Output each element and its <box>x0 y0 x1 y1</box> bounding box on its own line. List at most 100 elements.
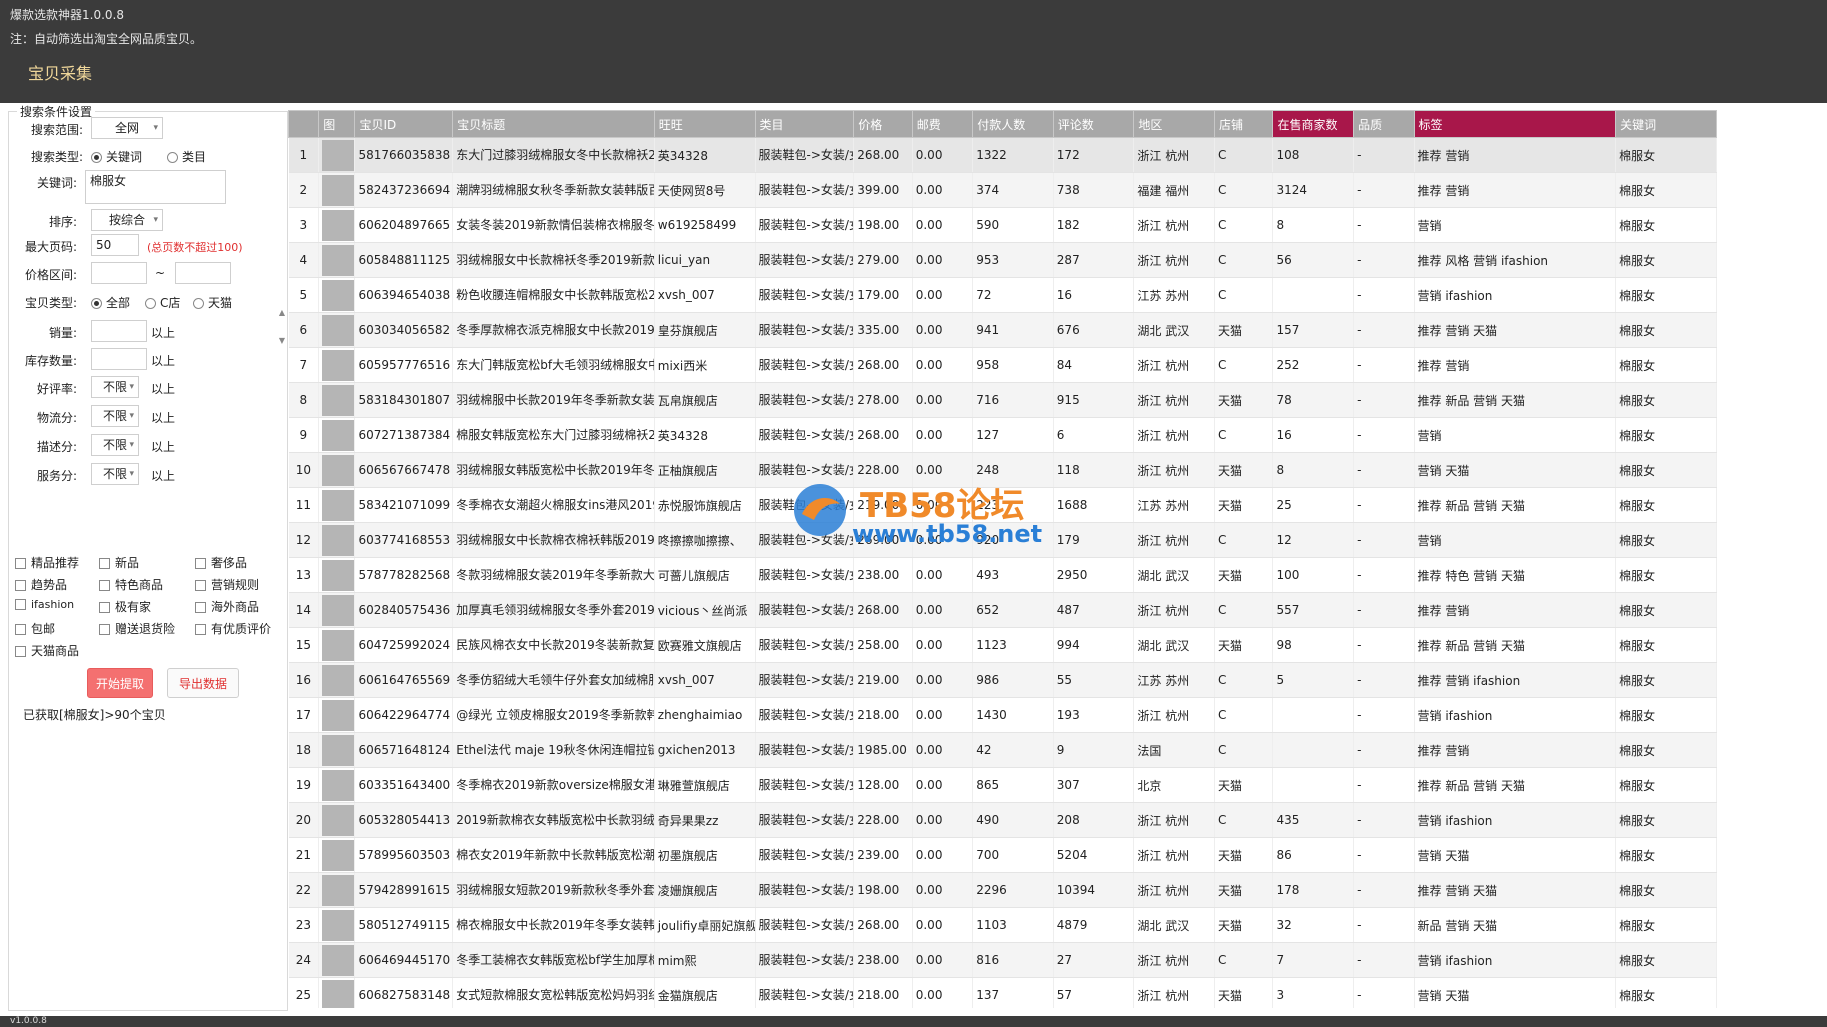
product-thumbnail[interactable] <box>322 874 354 906</box>
scroll-up-icon[interactable]: ▲ <box>277 308 287 317</box>
scope-select[interactable]: 全网 <box>91 117 163 139</box>
sort-select[interactable]: 按综合 <box>91 209 163 231</box>
product-thumbnail[interactable] <box>322 384 354 416</box>
table-row[interactable]: 9 607271387384棉服女韩版宽松东大门过膝羽绒棉袄2019年新款棉衣中长… <box>288 417 1717 453</box>
product-thumbnail[interactable] <box>322 734 354 766</box>
checkbox-new[interactable]: 新品 <box>99 554 139 571</box>
sales-input[interactable] <box>91 320 147 342</box>
col-header-postage[interactable]: 邮费 <box>911 110 974 138</box>
checkbox-ifashion[interactable]: ifashion <box>15 598 74 611</box>
checkbox-featured[interactable]: 特色商品 <box>99 576 163 593</box>
start-extract-button[interactable]: 开始提取 <box>87 668 153 698</box>
product-thumbnail[interactable] <box>322 594 354 626</box>
type-radio-keyword[interactable]: 关键词 <box>91 148 142 165</box>
table-row[interactable]: 2 582437236694潮牌羽绒棉服女秋冬季新款女装韩版百搭修身短款棉衣休闲棉… <box>288 172 1717 208</box>
maxpage-input[interactable]: 50 <box>91 234 139 256</box>
table-row[interactable]: 13 578778282568冬款羽绒棉服女装2019年冬季新款大码时尚修身棉衣小… <box>288 557 1717 593</box>
product-thumbnail[interactable] <box>322 349 354 381</box>
product-thumbnail[interactable] <box>322 524 354 556</box>
checkbox-overseas[interactable]: 海外商品 <box>195 598 259 615</box>
table-row[interactable]: 12 603774168553羽绒棉服女中长款棉衣棉袄韩版2019年新款外套冬ov… <box>288 522 1717 558</box>
product-thumbnail[interactable] <box>322 629 354 661</box>
table-row[interactable]: 6 603034056582冬季厚款棉衣派克棉服女中长款2019新款韩版工装羽绒棉… <box>288 312 1717 348</box>
good-rate-select[interactable]: 不限 <box>91 376 139 398</box>
product-thumbnail[interactable] <box>322 139 354 171</box>
col-header-wangwang[interactable]: 旺旺 <box>653 110 756 138</box>
checkbox-tmall[interactable]: 天猫商品 <box>15 642 79 659</box>
checkbox-trend[interactable]: 趋势品 <box>15 576 67 593</box>
table-row[interactable]: 23 580512749115棉衣棉服女中长款2019年冬季女装韩版时尚宽松加厚外… <box>288 907 1717 943</box>
table-row[interactable]: 25 606827583148女式短款棉服女宽松韩版宽松妈妈羽绒棉袄2019年新款… <box>288 977 1717 1008</box>
product-thumbnail[interactable] <box>322 174 354 206</box>
table-row[interactable]: 8 583184301807羽绒棉服中长款2019年冬季新款女装韩版宽松小个子棉衣… <box>288 382 1717 418</box>
stock-input[interactable] <box>91 348 147 370</box>
col-header-id[interactable]: 宝贝ID <box>354 110 454 138</box>
product-thumbnail[interactable] <box>322 699 354 731</box>
col-header-category[interactable]: 类目 <box>754 110 855 138</box>
col-header-reviews[interactable]: 评论数 <box>1052 110 1135 138</box>
product-thumbnail[interactable] <box>322 979 354 1008</box>
table-row[interactable]: 20 6053280544132019新款棉衣女韩版宽松中长款羽绒棉服冬季学生森系… <box>288 802 1717 838</box>
scroll-down-icon[interactable]: ▼ <box>277 336 287 345</box>
col-header-quality[interactable]: 品质 <box>1353 110 1415 138</box>
col-header-region[interactable]: 地区 <box>1133 110 1216 138</box>
keyword-scrollbar[interactable]: ▲ ▼ <box>277 308 287 348</box>
table-row[interactable]: 5 606394654038粉色收腰连帽棉服女中长款韩版宽松2019新款冬季棉衣女… <box>288 277 1717 313</box>
table-row[interactable]: 15 604725992024民族风棉衣女中长款2019冬装新款复古盘扣羽绒棉袄中… <box>288 627 1717 663</box>
product-thumbnail[interactable] <box>322 244 354 276</box>
export-data-button[interactable]: 导出数据 <box>167 668 239 698</box>
col-header-sellers[interactable]: 在售商家数 <box>1272 110 1355 138</box>
product-thumbnail[interactable] <box>322 944 354 976</box>
product-thumbnail[interactable] <box>322 804 354 836</box>
product-thumbnail[interactable] <box>322 209 354 241</box>
table-row[interactable]: 18 606571648124Ethel法代 maje 19秋冬休闲连帽拉链军绿色… <box>288 732 1717 768</box>
tab-collect[interactable]: 宝贝采集 <box>0 58 130 103</box>
item-type-tmall[interactable]: 天猫 <box>193 294 232 311</box>
table-row[interactable]: 11 583421071099冬季棉衣女潮超火棉服女ins港风2019新款羽绒中长… <box>288 487 1717 523</box>
type-radio-category[interactable]: 类目 <box>167 148 206 165</box>
col-header-tags[interactable]: 标签 <box>1413 110 1617 138</box>
table-row[interactable]: 14 602840575436加厚真毛领羽绒棉服女冬季外套2019新款宽松中长款i… <box>288 592 1717 628</box>
checkbox-jiyoujia[interactable]: 极有家 <box>99 598 151 615</box>
checkbox-free-shipping[interactable]: 包邮 <box>15 620 55 637</box>
product-thumbnail[interactable] <box>322 314 354 346</box>
col-header-image[interactable]: 图 <box>318 110 356 138</box>
checkbox-luxury[interactable]: 奢侈品 <box>195 554 247 571</box>
desc-select[interactable]: 不限 <box>91 434 139 456</box>
product-thumbnail[interactable] <box>322 279 354 311</box>
product-thumbnail[interactable] <box>322 839 354 871</box>
product-thumbnail[interactable] <box>322 769 354 801</box>
checkbox-return-insurance[interactable]: 赠送退货险 <box>99 620 175 637</box>
table-row[interactable]: 24 606469445170冬季工装棉衣女韩版宽松bf学生加厚棉袄日系短款外套2… <box>288 942 1717 978</box>
product-thumbnail[interactable] <box>322 664 354 696</box>
table-row[interactable]: 1 581766035838东大门过膝羽绒棉服女冬中长款棉袄2019年新款棉衣韩版… <box>288 137 1717 173</box>
price-max-input[interactable] <box>175 262 231 284</box>
table-row[interactable]: 21 578995603503棉衣女2019年新款中长款韩版宽松潮ins棉袄冬季加… <box>288 837 1717 873</box>
keyword-input[interactable]: 棉服女 <box>85 170 226 204</box>
col-header-title[interactable]: 宝贝标题 <box>452 110 655 138</box>
table-row[interactable]: 22 579428991615羽绒棉服女短款2019新款秋冬季外套妈妈小棉袄潮韩版… <box>288 872 1717 908</box>
table-row[interactable]: 17 606422964774@绿光 立领皮棉服女2019冬季新款韩版宽松加厚面包… <box>288 697 1717 733</box>
item-type-cshop[interactable]: C店 <box>145 294 180 311</box>
product-thumbnail[interactable] <box>322 909 354 941</box>
table-row[interactable]: 19 603351643400冬季棉衣2019新款oversize棉服女港风韩版学… <box>288 767 1717 803</box>
col-header-buyers[interactable]: 付款人数 <box>972 110 1054 138</box>
checkbox-quality-review[interactable]: 有优质评价 <box>195 620 271 637</box>
col-header-rownum[interactable] <box>288 110 320 138</box>
service-select[interactable]: 不限 <box>91 463 139 485</box>
checkbox-marketing[interactable]: 营销规则 <box>195 576 259 593</box>
price-min-input[interactable] <box>91 262 147 284</box>
product-thumbnail[interactable] <box>322 454 354 486</box>
table-row[interactable]: 4 605848811125羽绒棉服女中长款棉袄冬季2019新款时尚面包服韩版宽松… <box>288 242 1717 278</box>
col-header-price[interactable]: 价格 <box>853 110 913 138</box>
product-thumbnail[interactable] <box>322 559 354 591</box>
col-header-shop[interactable]: 店铺 <box>1214 110 1274 138</box>
table-row[interactable]: 7 605957776516东大门韩版宽松bf大毛领羽绒棉服女中长款2019冬装新… <box>288 347 1717 383</box>
item-type-all[interactable]: 全部 <box>91 294 130 311</box>
checkbox-premium[interactable]: 精品推荐 <box>15 554 79 571</box>
table-row[interactable]: 16 606164765569冬季仿貂绒大毛领牛仔外套女加绒棉服短款牛仔衣韩版宽松… <box>288 662 1717 698</box>
logistics-select[interactable]: 不限 <box>91 405 139 427</box>
product-thumbnail[interactable] <box>322 419 354 451</box>
col-header-keyword[interactable]: 关键词 <box>1615 110 1717 138</box>
table-row[interactable]: 3 606204897665女装冬装2019新款情侣装棉衣棉服冬季外套韩版宽松学生… <box>288 207 1717 243</box>
